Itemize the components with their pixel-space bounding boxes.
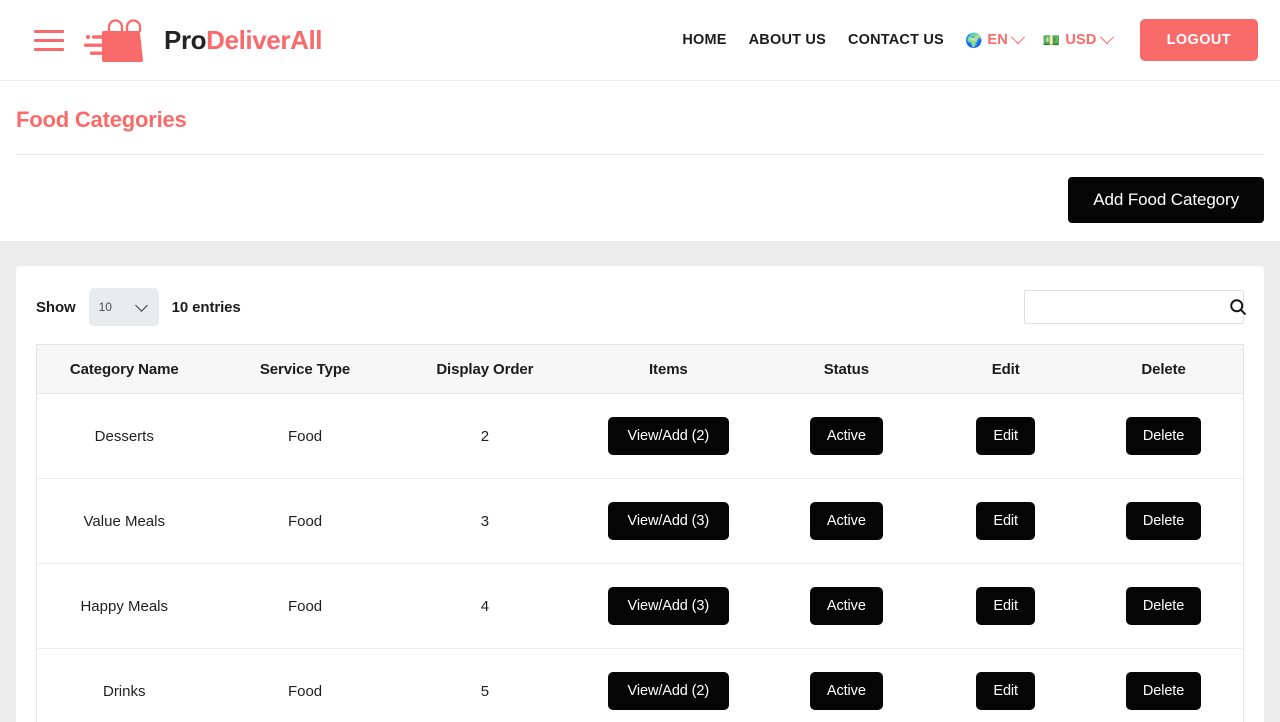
search-icon[interactable] [1228,297,1248,317]
cell-items: View/Add (2) [571,648,766,722]
cell-status: Active [765,563,928,649]
currency-selector[interactable]: 💵 USD [1033,30,1122,48]
page-title-section: Food Categories [0,81,1280,155]
view-add-items-button[interactable]: View/Add (3) [607,587,730,625]
view-add-items-button[interactable]: View/Add (2) [607,672,730,710]
cell-edit: Edit [927,393,1085,479]
edit-button[interactable]: Edit [976,587,1035,625]
language-value: EN [987,32,1008,48]
shopping-bag-logo-icon [84,19,143,62]
search-box [1024,290,1246,324]
entries-label: 10 entries [171,298,241,316]
money-icon: 💵 [1042,32,1061,48]
currency-value: USD [1065,32,1097,48]
content-background: Show 10 10 entries Category Name Service… [0,241,1280,722]
top-header: ProDeliverAll HOME ABOUT US CONTACT US 🌍… [0,0,1280,81]
chevron-down-icon [134,299,148,312]
brand-wordmark: ProDeliverAll [164,24,323,56]
cell-items: View/Add (2) [571,393,766,479]
hamburger-bar [34,47,64,51]
table-controls: Show 10 10 entries [36,288,1246,344]
show-label: Show [36,298,76,316]
brand-logo[interactable]: ProDeliverAll [82,13,323,67]
cell-delete: Delete [1084,648,1244,722]
table-header: Category Name Service Type Display Order… [36,344,1244,394]
hamburger-bar [34,29,64,33]
table-body: Desserts Food 2 View/Add (2) Active Edit… [36,393,1244,722]
cell-display-order: 5 [398,648,572,722]
table-header-row: Category Name Service Type Display Order… [36,344,1244,394]
cell-status: Active [765,478,928,564]
delete-button[interactable]: Delete [1125,587,1202,625]
table-row: Value Meals Food 3 View/Add (3) Active E… [36,478,1244,564]
action-bar: Add Food Category [0,155,1280,241]
cell-delete: Delete [1084,478,1244,564]
view-add-items-button[interactable]: View/Add (3) [607,502,730,540]
table-card: Show 10 10 entries Category Name Service… [16,266,1264,722]
nav-item-home[interactable]: HOME [671,32,737,48]
cell-edit: Edit [927,478,1085,564]
logout-button[interactable]: LOGOUT [1139,19,1258,61]
cell-delete: Delete [1084,563,1244,649]
status-badge-button[interactable]: Active [809,417,883,455]
globe-icon: 🌍 [964,32,983,48]
cell-items: View/Add (3) [571,478,766,564]
food-categories-table: Category Name Service Type Display Order… [36,344,1244,722]
page-length-group: Show 10 10 entries [36,288,241,326]
cell-delete: Delete [1084,393,1244,479]
main-navigation: HOME ABOUT US CONTACT US 🌍 EN 💵 USD LOGO… [671,0,1258,80]
cell-service-type: Food [211,563,399,649]
cell-service-type: Food [211,648,399,722]
cell-display-order: 4 [398,563,572,649]
delete-button[interactable]: Delete [1125,672,1202,710]
column-header-service-type[interactable]: Service Type [211,344,399,394]
cell-category-name: Drinks [36,648,212,722]
status-badge-button[interactable]: Active [809,672,883,710]
cell-edit: Edit [927,648,1085,722]
cell-category-name: Desserts [36,393,212,479]
status-badge-button[interactable]: Active [809,587,883,625]
edit-button[interactable]: Edit [976,502,1035,540]
column-header-delete[interactable]: Delete [1084,344,1244,394]
edit-button[interactable]: Edit [976,417,1035,455]
cell-service-type: Food [211,393,399,479]
column-header-display-order[interactable]: Display Order [398,344,572,394]
page-length-value: 10 [98,300,112,314]
table-row: Desserts Food 2 View/Add (2) Active Edit… [36,393,1244,479]
cell-status: Active [765,648,928,722]
column-header-status[interactable]: Status [765,344,928,394]
edit-button[interactable]: Edit [976,672,1035,710]
search-input[interactable] [1024,290,1244,324]
delete-button[interactable]: Delete [1125,502,1202,540]
hamburger-menu-icon[interactable] [34,25,64,55]
view-add-items-button[interactable]: View/Add (2) [607,417,730,455]
status-badge-button[interactable]: Active [809,502,883,540]
chevron-down-icon [1099,30,1114,45]
language-selector[interactable]: 🌍 EN [955,30,1033,48]
chevron-down-icon [1010,30,1025,45]
nav-item-about-us[interactable]: ABOUT US [738,32,837,48]
table-row: Happy Meals Food 4 View/Add (3) Active E… [36,563,1244,649]
cell-edit: Edit [927,563,1085,649]
column-header-items[interactable]: Items [571,344,766,394]
brand-name-part2: DeliverAll [206,24,323,55]
column-header-category-name[interactable]: Category Name [36,344,212,394]
page-title: Food Categories [16,107,1264,155]
cell-service-type: Food [211,478,399,564]
delete-button[interactable]: Delete [1125,417,1202,455]
cell-display-order: 2 [398,393,572,479]
cell-category-name: Value Meals [36,478,212,564]
add-food-category-button[interactable]: Add Food Category [1068,177,1264,223]
cell-display-order: 3 [398,478,572,564]
brand-name-part1: Pro [164,24,207,55]
cell-category-name: Happy Meals [36,563,212,649]
hamburger-bar [34,38,64,42]
nav-item-contact-us[interactable]: CONTACT US [837,32,955,48]
cell-status: Active [765,393,928,479]
page-length-select[interactable]: 10 [88,288,159,326]
cell-items: View/Add (3) [571,563,766,649]
table-row: Drinks Food 5 View/Add (2) Active Edit D… [36,648,1244,722]
column-header-edit[interactable]: Edit [927,344,1085,394]
